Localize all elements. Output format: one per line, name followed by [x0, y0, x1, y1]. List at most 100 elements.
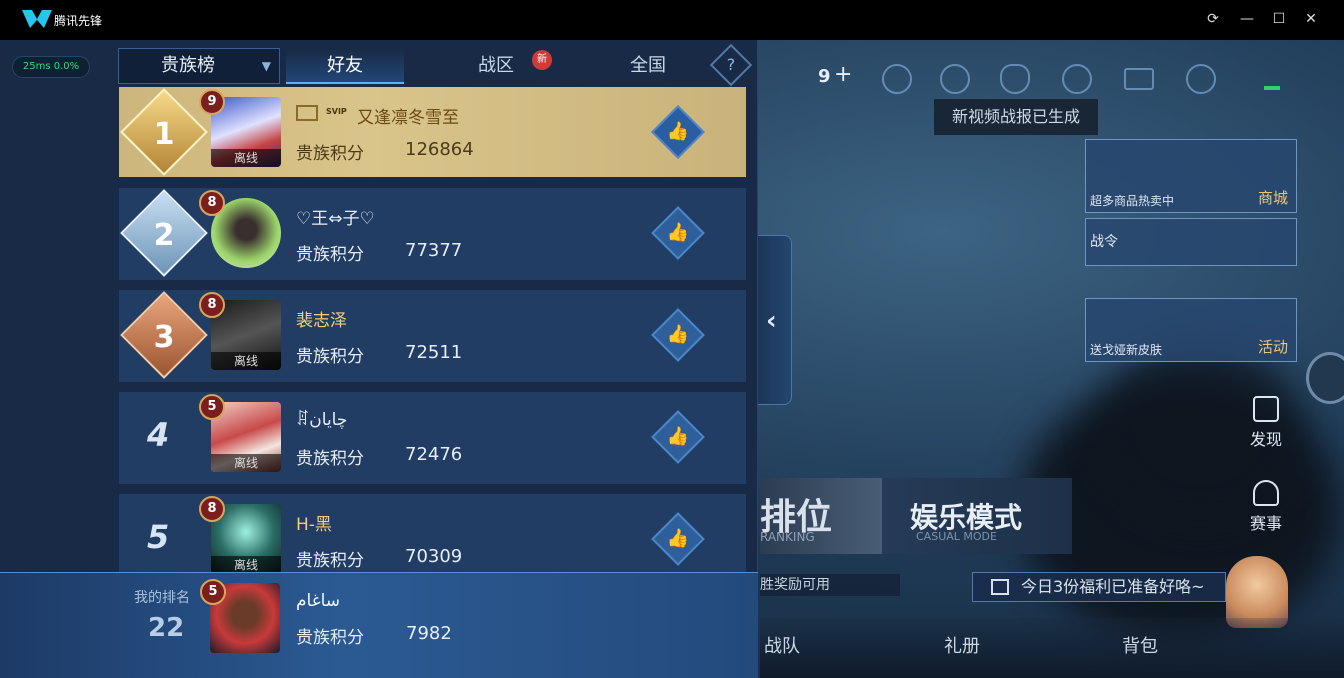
- thumbs-up-icon: 👍: [666, 324, 690, 345]
- level-badge: 8: [199, 292, 225, 318]
- bottom-nav: 战队 礼册 背包: [760, 618, 1344, 678]
- my-rank-value: 22: [148, 613, 185, 643]
- offline-label: 离线: [211, 149, 281, 167]
- daily-gift-bar[interactable]: 今日3份福利已准备好咯~: [972, 572, 1226, 602]
- leaderboard-row-3[interactable]: 3 离线 8 裴志泽 贵族积分 72511 👍: [119, 290, 746, 382]
- rank-value: 5: [147, 518, 170, 556]
- reward-tip: 胜奖励可用: [760, 574, 900, 596]
- target-icon[interactable]: [940, 64, 970, 94]
- signal-icon: [1264, 68, 1280, 90]
- gear-icon[interactable]: [1186, 64, 1216, 94]
- bag-nav[interactable]: 背包: [1122, 632, 1158, 658]
- tab-national[interactable]: 全国: [586, 48, 710, 84]
- player-name: H-黑: [296, 515, 332, 535]
- my-score-label: 贵族积分: [296, 628, 364, 648]
- new-badge: 新: [532, 50, 552, 70]
- daily-gift-text: 今日3份福利已准备好咯~: [1021, 577, 1205, 596]
- chevron-left-icon: ‹: [766, 306, 777, 336]
- level-badge: 8: [199, 190, 225, 216]
- edge-toggle-button[interactable]: [1306, 352, 1344, 404]
- gift-icon: [991, 579, 1009, 595]
- score-value: 70309: [405, 546, 463, 567]
- player-name: ꁲچایان: [296, 410, 348, 430]
- events-nav[interactable]: 赛事: [1240, 480, 1292, 534]
- silver-rank-badge: 2: [120, 189, 208, 277]
- team-nav[interactable]: 战队: [764, 632, 800, 658]
- discover-icon: [1253, 396, 1279, 422]
- thumbs-up-icon: 👍: [666, 426, 690, 447]
- svip-icon: SVIP: [326, 107, 347, 116]
- rank-value: 1: [153, 116, 175, 152]
- close-button[interactable]: ✕: [1302, 10, 1320, 28]
- level-badge: 9: [199, 89, 225, 115]
- video-report-toast[interactable]: 新视频战报已生成: [934, 99, 1098, 135]
- shop-card-tag: 商城: [1257, 189, 1288, 207]
- level-badge: 8: [199, 496, 225, 522]
- shop-card-sub: 超多商品热卖中: [1090, 194, 1175, 208]
- rank-value: 3: [153, 319, 175, 355]
- offline-label: 离线: [211, 352, 281, 370]
- help-icon: ?: [726, 55, 736, 74]
- friends-icon[interactable]: [1062, 64, 1092, 94]
- scope-tabs: 好友 战区 新 全国: [286, 48, 710, 84]
- player-name: ♡王⇔子♡: [296, 209, 375, 229]
- minimize-button[interactable]: —: [1238, 10, 1256, 28]
- bronze-rank-badge: 3: [120, 291, 208, 379]
- score-value: 77377: [405, 240, 463, 261]
- like-button[interactable]: 👍: [651, 308, 705, 362]
- score-label: 贵族积分: [296, 144, 364, 164]
- gift-book-nav[interactable]: 礼册: [944, 632, 980, 658]
- gold-rank-badge: 1: [120, 88, 208, 176]
- my-score-value: 7982: [406, 623, 452, 644]
- thumbs-up-icon: 👍: [666, 528, 690, 549]
- battle-pass-card[interactable]: 战令: [1085, 218, 1297, 266]
- score-label: 贵族积分: [296, 551, 364, 571]
- collapse-panel-button[interactable]: ‹: [758, 235, 792, 405]
- score-value: 72511: [405, 342, 463, 363]
- my-rank-bar: 我的排名 22 5 ساغام 贵族积分 7982: [0, 572, 758, 678]
- trophy-icon: [1253, 480, 1279, 506]
- help-button[interactable]: ?: [709, 43, 753, 87]
- rank-type-value: 贵族榜: [161, 55, 215, 76]
- like-button[interactable]: 👍: [651, 206, 705, 260]
- eye-icon[interactable]: [1000, 64, 1030, 94]
- ping-value: 25ms: [22, 61, 51, 72]
- network-status: 25ms 0.0%: [12, 56, 90, 78]
- rank-value: 4: [147, 416, 170, 454]
- score-label: 贵族积分: [296, 449, 364, 469]
- leaderboard-row-1[interactable]: 1 离线 9 SVIP 又逢凛冬雪至 贵族积分 126864 👍: [119, 87, 746, 177]
- my-player-name: ساغام: [296, 591, 341, 611]
- top-bar: 9 +: [760, 52, 1344, 102]
- thumbs-up-icon: 👍: [666, 222, 690, 243]
- plus-icon[interactable]: +: [834, 62, 852, 87]
- app-titlebar: 腾讯先锋 ⟳ — ☐ ✕: [0, 0, 1344, 40]
- thumbs-up-icon: 👍: [666, 121, 690, 142]
- leaderboard-row-2[interactable]: 2 8 ♡王⇔子♡ 贵族积分 77377 👍: [119, 188, 746, 280]
- mail-icon[interactable]: [1124, 68, 1154, 90]
- loss-value: 0.0%: [53, 61, 80, 72]
- leaderboard-row-4[interactable]: 4 离线 5 ꁲچایان 贵族积分 72476 👍: [119, 392, 746, 484]
- crest-icon[interactable]: [882, 64, 912, 94]
- offline-label: 离线: [211, 454, 281, 472]
- like-button[interactable]: 👍: [651, 410, 705, 464]
- event-card-tag: 活动: [1257, 338, 1288, 356]
- maximize-button[interactable]: ☐: [1270, 10, 1288, 28]
- refresh-icon[interactable]: ⟳: [1204, 10, 1222, 28]
- discover-label: 发现: [1249, 430, 1282, 449]
- shop-card[interactable]: 超多商品热卖中 商城: [1085, 139, 1297, 213]
- vip-icons: SVIP: [296, 103, 352, 123]
- discover-nav[interactable]: 发现: [1240, 396, 1292, 450]
- tab-friends[interactable]: 好友: [286, 48, 404, 84]
- rank-type-dropdown[interactable]: 贵族榜 ▼: [118, 48, 280, 84]
- ranked-mode-button[interactable]: 排位 RANKING: [760, 478, 890, 554]
- level-badge: 5: [199, 394, 225, 420]
- like-button[interactable]: 👍: [651, 105, 705, 159]
- event-card[interactable]: 送戈娅新皮肤 活动: [1085, 298, 1297, 362]
- counter-value: 9: [818, 66, 831, 87]
- score-value: 72476: [405, 444, 463, 465]
- battle-pass-label: 战令: [1090, 234, 1118, 250]
- like-button[interactable]: 👍: [651, 512, 705, 566]
- app-name: 腾讯先锋: [54, 14, 103, 28]
- ranked-mode-sub: RANKING: [760, 530, 815, 544]
- casual-mode-button[interactable]: 娱乐模式 CASUAL MODE: [882, 478, 1072, 554]
